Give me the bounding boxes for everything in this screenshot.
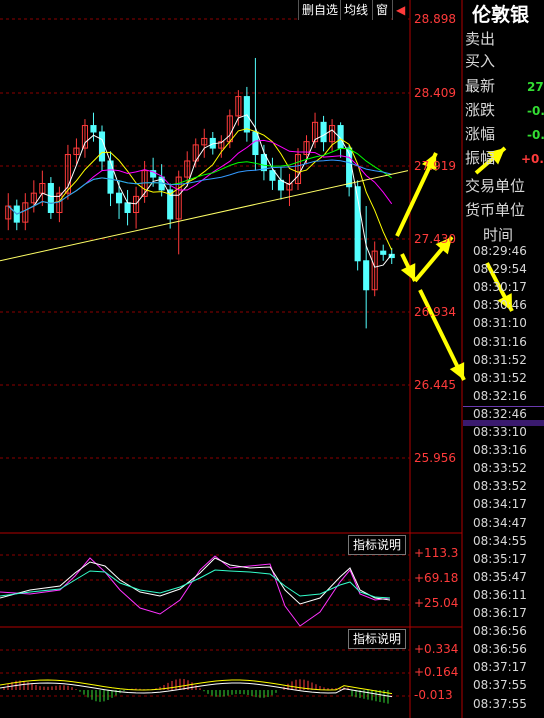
quote-row-buy: 买入 [465,50,495,72]
candle-body [363,260,370,291]
time-row[interactable]: 08:36:17 [473,606,527,620]
time-row[interactable]: 08:31:16 [473,335,527,349]
indicator-tick: +25.04 [414,596,459,610]
quote-label: 振幅 [465,149,496,167]
time-row[interactable]: 08:31:52 [473,371,527,385]
time-row[interactable]: 08:32:46 [473,407,527,421]
collapse-arrow-icon[interactable]: ◀ [392,0,409,20]
time-row[interactable]: 08:31:52 [473,353,527,367]
indicator-line [0,555,391,627]
quote-row-sell: 卖出 [465,28,495,50]
remove-favorite-button[interactable]: 删自选 [298,0,342,20]
time-row[interactable]: 08:36:56 [473,642,527,656]
window-button[interactable]: 窗 [372,0,392,20]
quote-label: 涨幅 [465,125,496,143]
candle-body [269,170,276,181]
time-row[interactable]: 08:33:16 [473,443,527,457]
price-tick: 27.430 [414,232,456,246]
time-row[interactable]: 08:34:55 [473,534,527,548]
quote-row-currency-unit: 货币单位 [465,199,525,221]
time-row[interactable]: 08:36:11 [473,588,527,602]
quote-label: 最新 [465,77,496,95]
quote-value-change-pct: -0. [527,128,544,142]
quote-row-change: 涨跌 [465,99,495,121]
indicator-line [0,557,391,605]
candle-body [90,125,97,133]
time-row[interactable]: 08:34:47 [473,516,527,530]
indicator-tick: +0.334 [414,642,459,656]
indicator-tick: -0.013 [414,688,453,702]
candle-body [124,202,131,213]
price-tick: 28.409 [414,86,456,100]
time-row[interactable]: 08:30:46 [473,298,527,312]
trend-line [0,170,409,262]
quote-label: 买入 [465,52,496,70]
time-row[interactable]: 08:34:17 [473,497,527,511]
time-row[interactable]: 08:29:54 [473,262,527,276]
moving-average-button[interactable]: 均线 [340,0,372,20]
time-row[interactable]: 08:29:46 [473,244,527,258]
indicator-line [0,569,391,599]
quote-label: 涨跌 [465,101,496,119]
price-tick: 26.445 [414,378,456,392]
symbol-title: 伦敦银 [472,4,530,26]
price-tick: 27.919 [414,159,456,173]
candle-body [380,250,387,255]
quote-label: 交易单位 [465,177,526,195]
indicator-info-button[interactable]: 指标说明 [348,535,407,555]
kline-chart[interactable] [0,0,544,718]
candle-body [320,121,327,143]
time-row[interactable]: 08:35:17 [473,552,527,566]
candle-body [115,192,123,204]
price-tick: 28.898 [414,12,456,26]
time-row[interactable]: 08:36:56 [473,624,527,638]
price-tick: 25.956 [414,451,456,465]
time-row[interactable]: 08:31:10 [473,316,527,330]
quote-value-latest: 27. [527,80,544,94]
candle-body [252,131,259,156]
quote-value-amplitude: +0.2 [521,152,544,166]
quote-label: 货币单位 [465,201,526,219]
candle-body [98,131,106,162]
quote-row-change-pct: 涨幅 [465,123,495,145]
time-column-header: 时间 [483,226,514,244]
indicator-info-button[interactable]: 指标说明 [348,629,407,649]
time-row[interactable]: 08:37:55 [473,697,527,711]
indicator-tick: +69.18 [414,571,459,585]
time-row[interactable]: 08:33:52 [473,461,527,475]
quote-row-trade-unit: 交易单位 [465,175,525,197]
price-tick: 26.934 [414,305,456,319]
indicator-tick: +113.3 [414,546,459,560]
indicator-tick: +0.164 [414,665,459,679]
time-row[interactable]: 08:33:52 [473,479,527,493]
time-row[interactable]: 08:32:16 [473,389,527,403]
time-row[interactable]: 08:37:17 [473,660,527,674]
quote-value-change: -0. [527,104,544,118]
quote-row-amplitude: 振幅 [465,147,495,169]
time-row[interactable]: 08:30:17 [473,280,527,294]
time-row[interactable]: 08:33:10 [473,425,527,439]
time-row[interactable]: 08:35:47 [473,570,527,584]
candle-body [47,183,54,213]
quote-label: 卖出 [465,30,496,48]
time-row[interactable]: 08:37:55 [473,678,527,692]
